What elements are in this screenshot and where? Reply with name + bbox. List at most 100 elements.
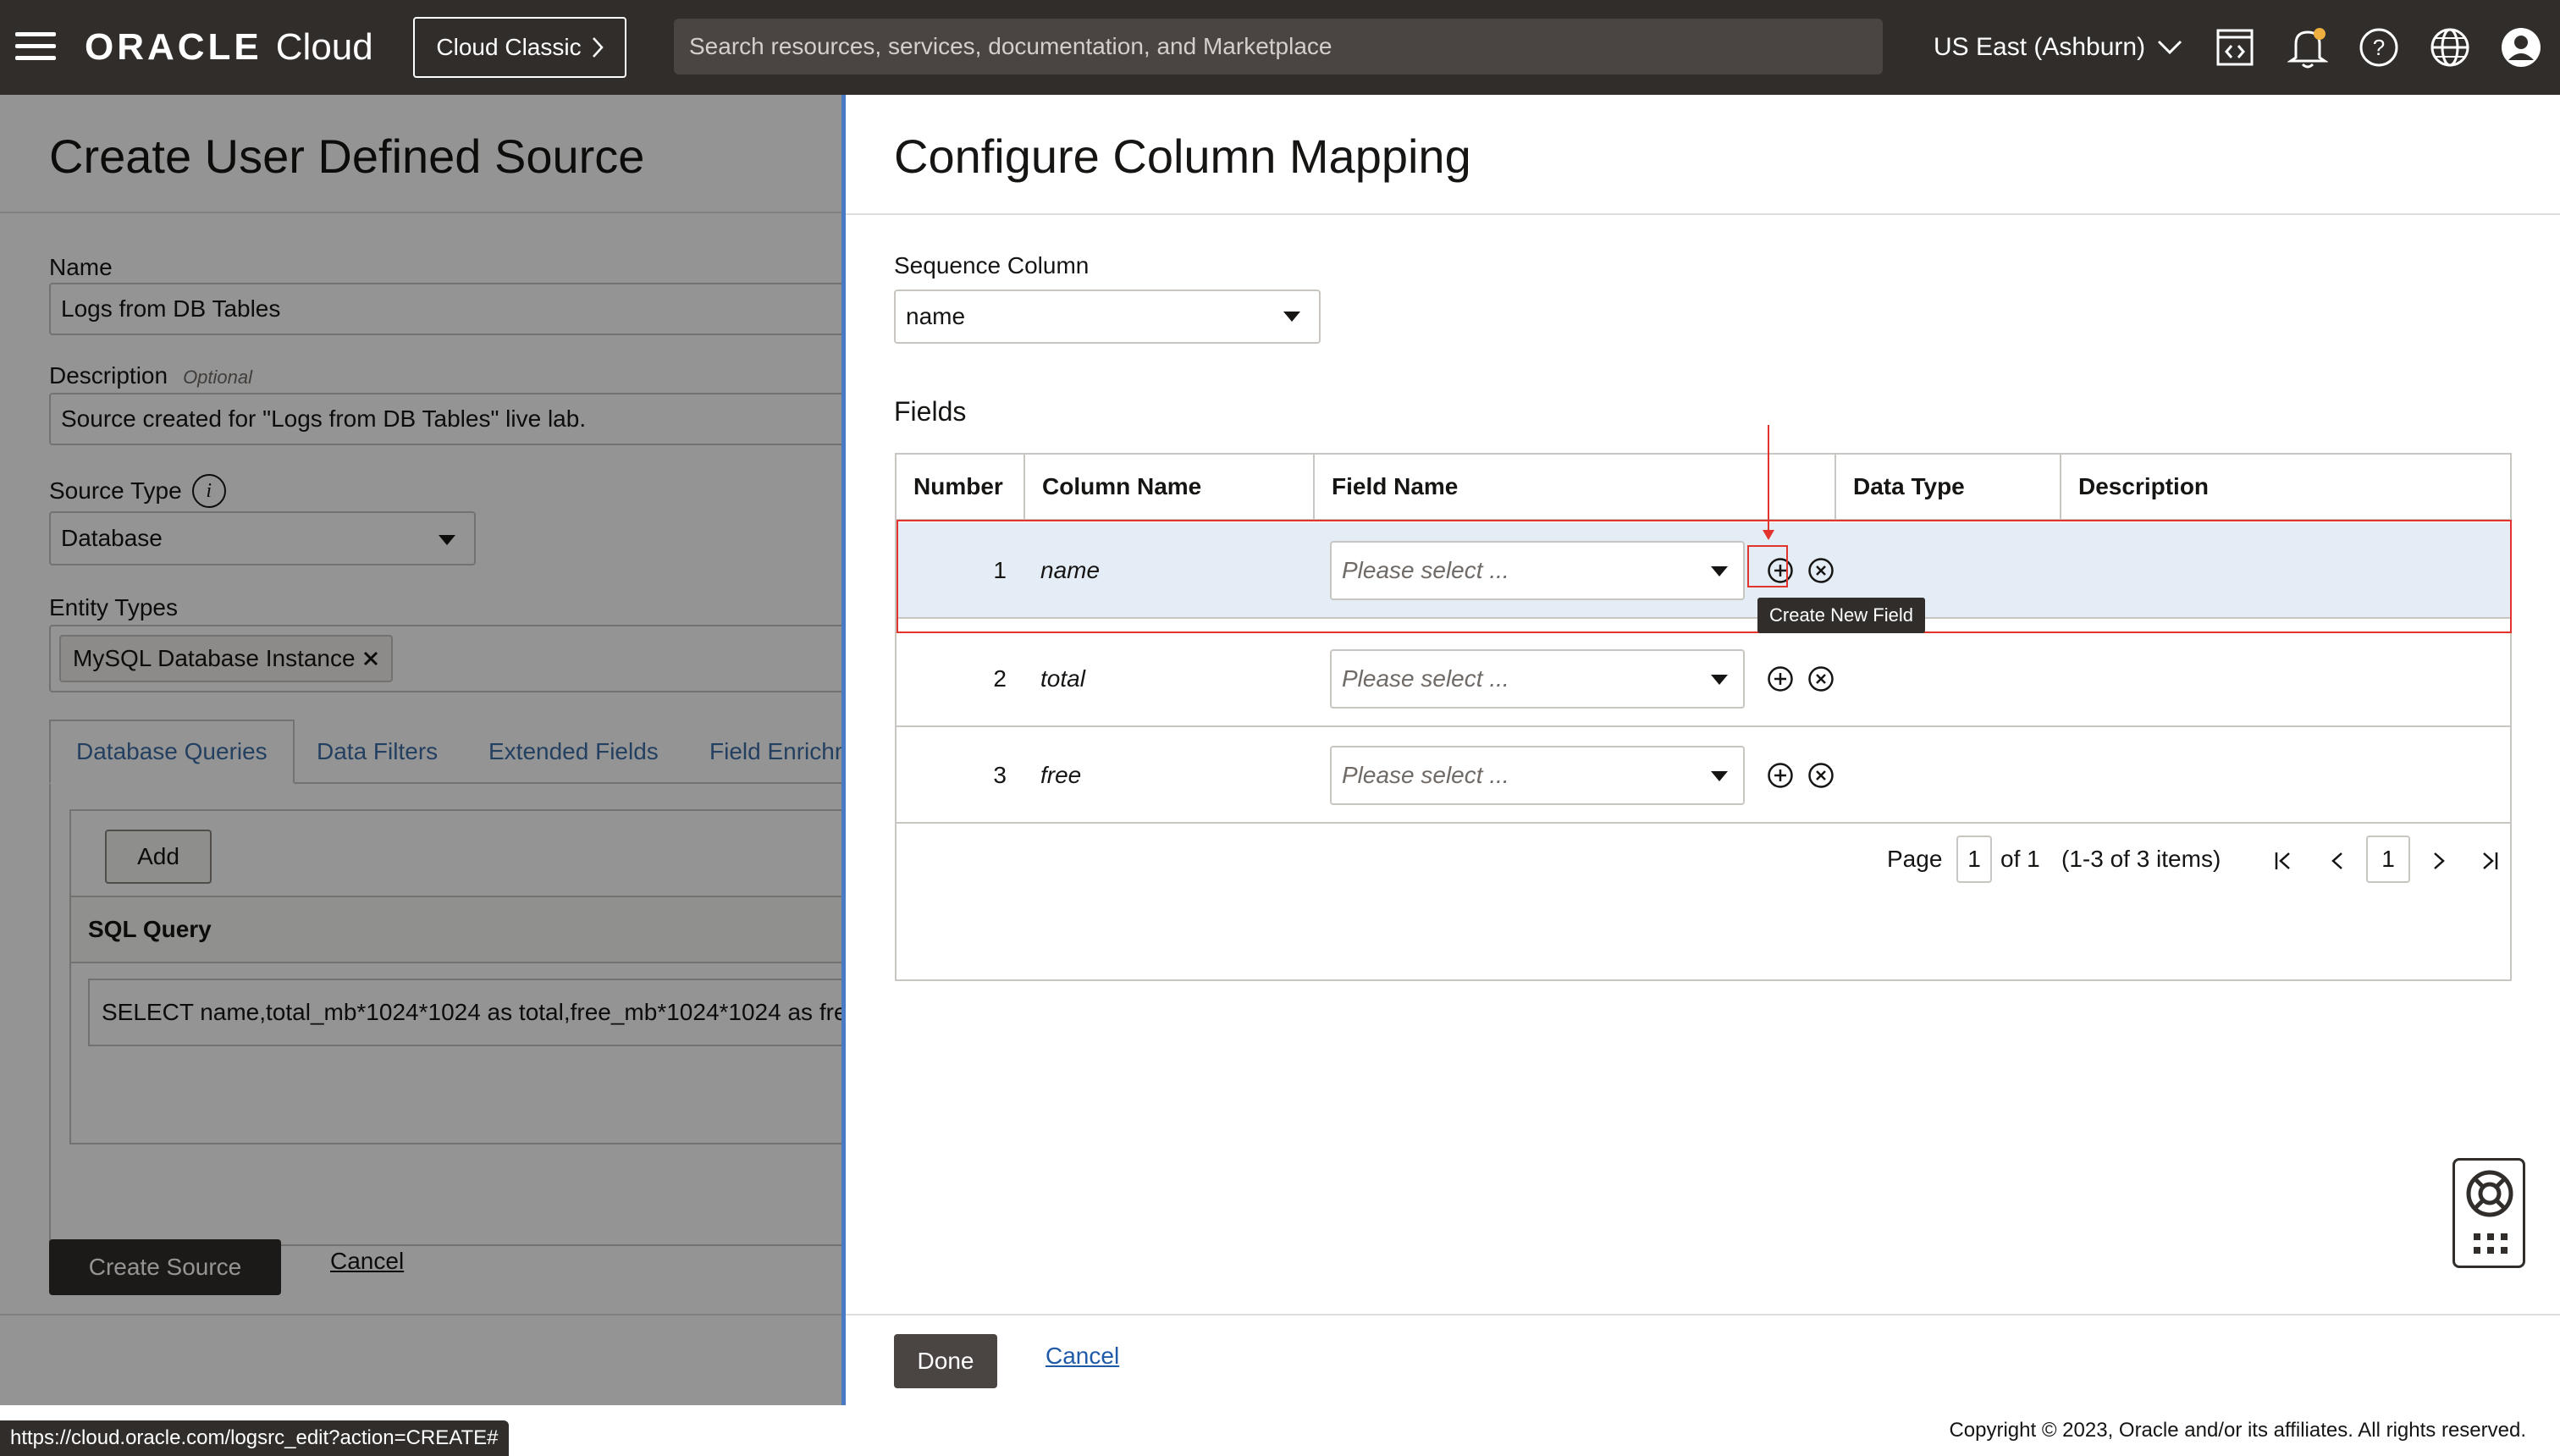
row-column-name: total xyxy=(1040,665,1085,692)
chevron-right-icon xyxy=(592,37,604,58)
menu-icon[interactable] xyxy=(14,29,58,66)
column-header-data-type: Data Type xyxy=(1834,455,2060,521)
remove-circle-icon[interactable] xyxy=(1807,762,1834,789)
items-count: (1-3 of 3 items) xyxy=(2061,846,2221,872)
drawer-header: Configure Column Mapping xyxy=(846,95,2560,215)
row-number: 1 xyxy=(993,557,1007,583)
page-of-label: of 1 xyxy=(2000,846,2040,872)
add-circle-icon[interactable] xyxy=(1767,665,1794,692)
help-icon[interactable]: ? xyxy=(2355,24,2403,71)
field-name-placeholder: Please select ... xyxy=(1342,762,1509,788)
user-profile-icon[interactable] xyxy=(2497,24,2545,71)
first-page-icon[interactable] xyxy=(2266,842,2300,880)
dropdown-arrow-icon xyxy=(1711,771,1728,781)
search-input[interactable]: Search resources, services, documentatio… xyxy=(674,19,1883,74)
language-globe-icon[interactable] xyxy=(2426,24,2474,71)
tab-extended-fields[interactable]: Extended Fields xyxy=(488,720,659,784)
description-label-text: Description xyxy=(49,362,168,389)
callout-arrow-line xyxy=(1768,425,1769,533)
apps-grid-icon xyxy=(2474,1233,2508,1254)
database-queries-panel: Add SQL Query SELECT name,total_mb*1024*… xyxy=(49,784,841,1246)
add-query-button[interactable]: Add xyxy=(105,830,212,884)
tab-field-enrichment[interactable]: Field Enrichment xyxy=(709,720,841,784)
row-column-name: free xyxy=(1040,762,1082,788)
help-support-widget[interactable] xyxy=(2452,1158,2525,1268)
drawer-cancel-link[interactable]: Cancel xyxy=(1046,1343,1119,1370)
region-label: US East (Ashburn) xyxy=(1934,33,2146,61)
copyright-text: Copyright © 2023, Oracle and/or its affi… xyxy=(1949,1419,2526,1442)
lifebuoy-icon xyxy=(2466,1170,2513,1217)
cloud-classic-label: Cloud Classic xyxy=(436,34,582,60)
entity-types-label: Entity Types xyxy=(49,594,179,620)
add-circle-icon[interactable] xyxy=(1767,557,1794,584)
add-circle-icon[interactable] xyxy=(1767,762,1794,789)
field-name-placeholder: Please select ... xyxy=(1342,665,1509,692)
tab-database-queries[interactable]: Database Queries xyxy=(49,720,295,784)
dropdown-arrow-icon xyxy=(1283,312,1300,322)
row-number: 2 xyxy=(993,665,1007,692)
tab-data-filters[interactable]: Data Filters xyxy=(317,720,438,784)
dropdown-arrow-icon xyxy=(439,535,455,545)
description-field[interactable]: Source created for "Logs from DB Tables"… xyxy=(49,393,841,445)
svg-text:?: ? xyxy=(2373,35,2385,60)
field-name-placeholder: Please select ... xyxy=(1342,557,1509,583)
notifications-bell-icon[interactable] xyxy=(2284,24,2331,71)
code-editor-icon[interactable] xyxy=(2211,24,2259,71)
done-button[interactable]: Done xyxy=(894,1334,997,1388)
row-column-name: name xyxy=(1040,557,1101,583)
sql-query-header: SQL Query xyxy=(71,896,841,963)
top-navigation-bar: ORACLE Cloud Cloud Classic Search resour… xyxy=(0,0,2560,95)
page-title: Create User Defined Source xyxy=(49,130,645,183)
fields-table: Number Column Name Field Name Data Type … xyxy=(895,453,2512,981)
name-field[interactable]: Logs from DB Tables xyxy=(49,283,841,335)
left-cancel-link[interactable]: Cancel xyxy=(330,1248,404,1275)
field-name-select[interactable]: Please select ... xyxy=(1330,746,1745,805)
source-type-value: Database xyxy=(61,525,163,551)
sql-query-field[interactable]: SELECT name,total_mb*1024*1024 as total,… xyxy=(88,979,841,1046)
cloud-classic-button[interactable]: Cloud Classic xyxy=(413,17,626,78)
column-header-field-name: Field Name xyxy=(1313,455,1834,521)
table-row[interactable]: 1 name Please select ... xyxy=(897,522,2510,619)
sequence-column-label: Sequence Column xyxy=(894,252,1090,279)
create-source-panel: Create User Defined Source Name Logs fro… xyxy=(0,95,841,1405)
dropdown-arrow-icon xyxy=(1711,566,1728,576)
query-table: Add SQL Query SELECT name,total_mb*1024*… xyxy=(69,809,841,1144)
sequence-column-select[interactable]: name xyxy=(894,290,1321,344)
source-tabs: Database Queries Data Filters Extended F… xyxy=(49,720,841,784)
field-name-select[interactable]: Please select ... xyxy=(1330,541,1745,600)
dropdown-arrow-icon xyxy=(1711,675,1728,685)
table-row[interactable]: 2 total Please select ... xyxy=(897,631,2510,727)
column-header-column-name: Column Name xyxy=(1023,455,1313,521)
remove-circle-icon[interactable] xyxy=(1807,557,1834,584)
description-label: Description Optional xyxy=(49,362,252,389)
table-row[interactable]: 3 free Please select ... xyxy=(897,727,2510,824)
chevron-down-icon xyxy=(2158,40,2182,55)
drawer-title: Configure Column Mapping xyxy=(894,130,1471,183)
remove-chip-icon[interactable] xyxy=(362,650,379,667)
next-page-icon[interactable] xyxy=(2422,842,2456,880)
logo-brand: ORACLE xyxy=(85,26,262,68)
left-panel-footer xyxy=(0,1314,841,1405)
link-preview-url: https://cloud.oracle.com/logsrc_edit?act… xyxy=(0,1420,509,1456)
info-icon[interactable]: i xyxy=(191,474,226,508)
remove-circle-icon[interactable] xyxy=(1807,665,1834,692)
field-name-select[interactable]: Please select ... xyxy=(1330,649,1745,709)
sequence-column-value: name xyxy=(906,303,966,329)
region-selector[interactable]: US East (Ashburn) xyxy=(1934,24,2182,71)
column-header-number: Number xyxy=(897,455,1023,521)
logo-product: Cloud xyxy=(275,26,373,68)
column-mapping-drawer: Configure Column Mapping Sequence Column… xyxy=(846,95,2560,1405)
source-type-select[interactable]: Database xyxy=(49,511,476,565)
name-label: Name xyxy=(49,254,113,280)
source-type-label: Source Type i xyxy=(49,474,226,508)
current-page[interactable]: 1 xyxy=(2366,836,2410,883)
row-number: 3 xyxy=(993,762,1007,788)
last-page-icon[interactable] xyxy=(2473,842,2507,880)
create-source-button[interactable]: Create Source xyxy=(49,1239,281,1295)
column-header-description: Description xyxy=(2060,455,2510,521)
previous-page-icon[interactable] xyxy=(2320,842,2354,880)
page-input[interactable]: 1 xyxy=(1956,836,1992,883)
entity-chip: MySQL Database Instance xyxy=(59,635,393,682)
oracle-cloud-logo[interactable]: ORACLE Cloud xyxy=(85,25,373,69)
fields-heading: Fields xyxy=(894,396,967,427)
